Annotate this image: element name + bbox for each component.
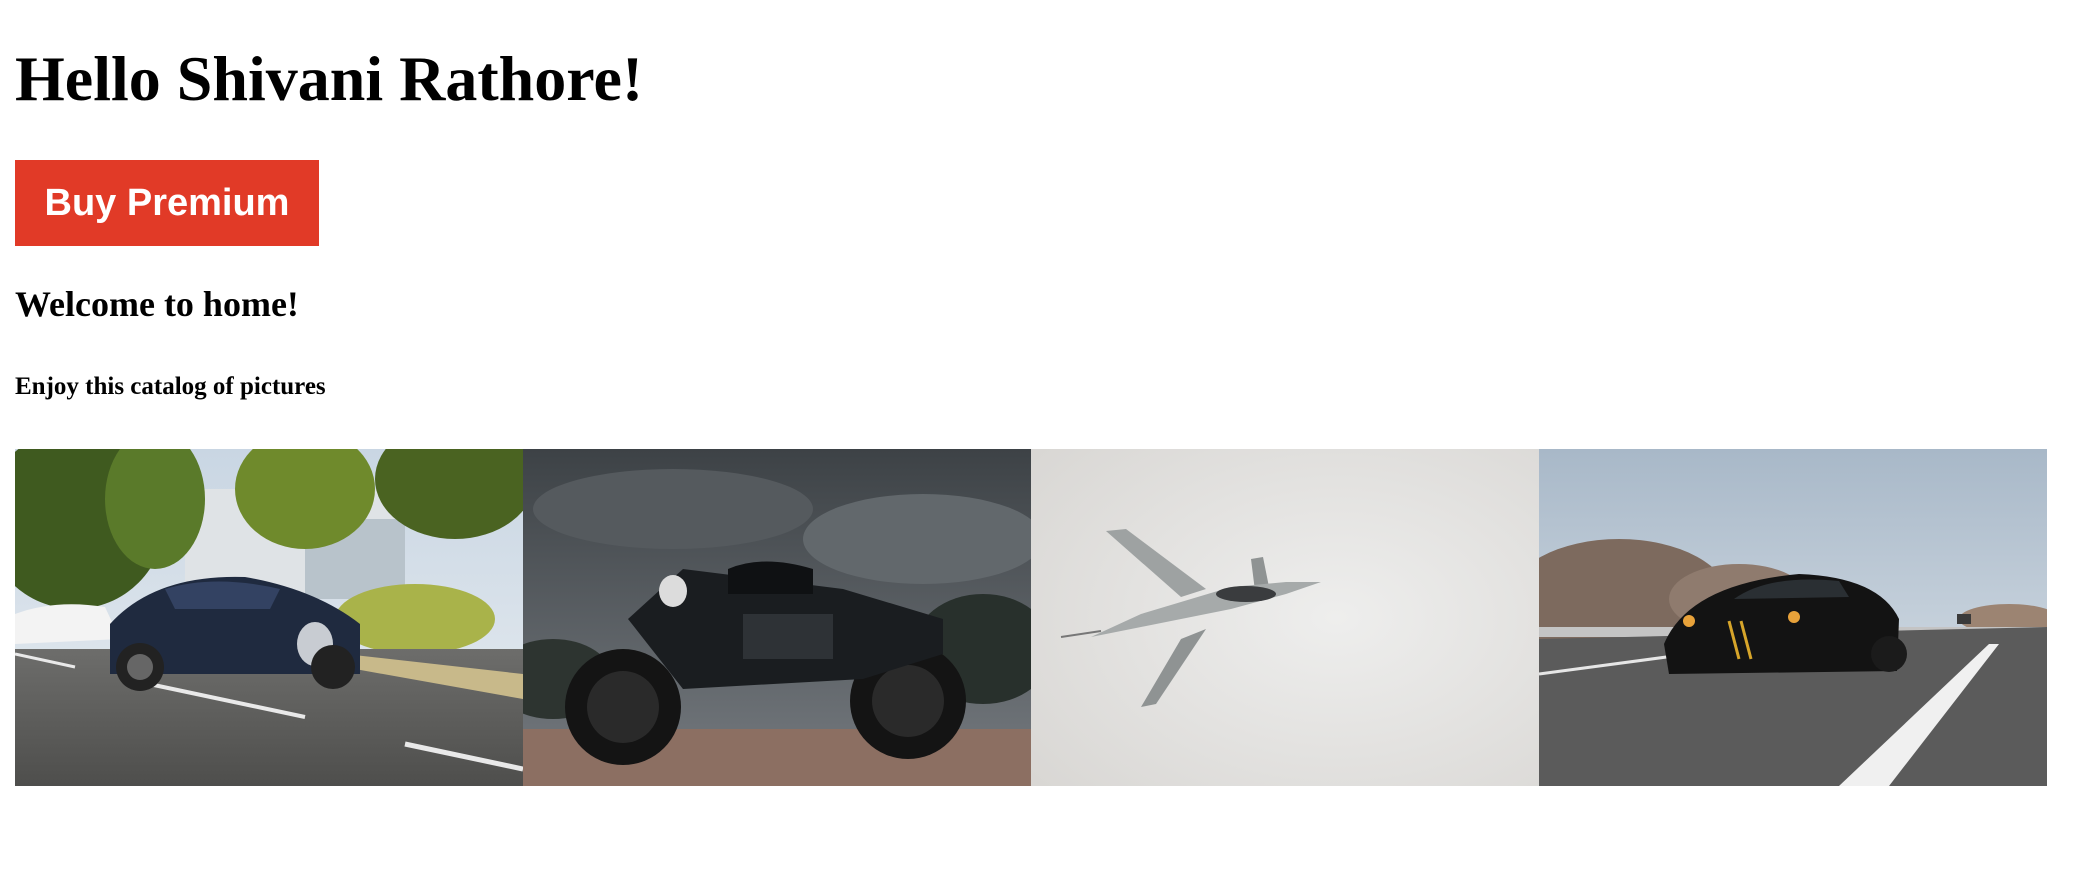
catalog-subtitle: Enjoy this catalog of pictures [15,373,326,400]
catalog-image-sports-car [15,449,523,786]
buy-premium-button[interactable]: Buy Premium [15,160,319,246]
catalog-image-fighter-jet [1031,449,1539,786]
catalog-image-motorcycle [523,449,1031,786]
welcome-heading: Welcome to home! [15,284,299,324]
picture-catalog [15,449,2047,786]
catalog-image-muscle-car [1539,449,2047,786]
greeting-heading: Hello Shivani Rathore! [15,43,644,114]
